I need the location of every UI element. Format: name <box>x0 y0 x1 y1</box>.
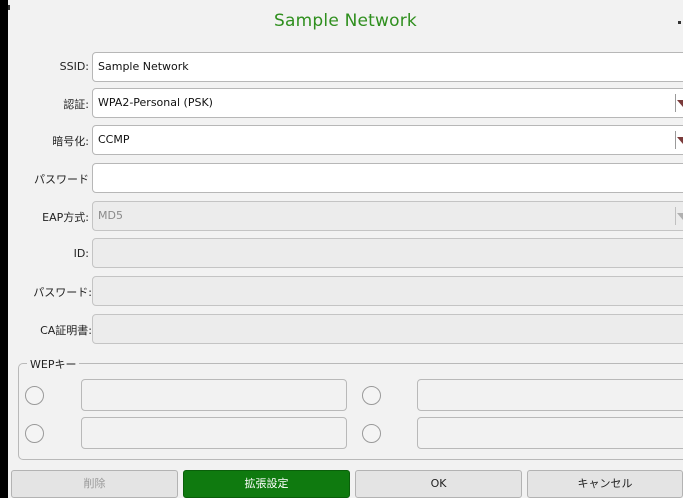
cancel-button[interactable]: キャンセル <box>527 470 683 498</box>
encryption-select[interactable]: CCMP <box>92 125 683 155</box>
ok-button[interactable]: OK <box>355 470 522 498</box>
encryption-label: 暗号化: <box>52 135 89 148</box>
wep-key-4-input[interactable] <box>417 417 683 449</box>
dropdown-separator <box>675 207 676 225</box>
password-input[interactable] <box>92 163 683 193</box>
window-edge-mark <box>8 5 10 10</box>
eap-method-label: EAP方式: <box>42 211 89 224</box>
chevron-down-icon <box>677 137 683 144</box>
chevron-down-icon <box>677 213 683 220</box>
wifi-settings-dialog: Sample Network SSID: Sample Network 認証: … <box>8 0 683 498</box>
encryption-select-value: CCMP <box>98 133 130 146</box>
auth-select[interactable]: WPA2-Personal (PSK) <box>92 88 683 118</box>
auth-select-value: WPA2-Personal (PSK) <box>98 96 213 109</box>
eap-password-label: パスワード: <box>33 286 92 299</box>
wep-key-4-radio[interactable] <box>362 424 381 443</box>
dropdown-separator <box>675 94 676 112</box>
eap-method-value: MD5 <box>98 209 123 222</box>
wep-key-2-input[interactable] <box>417 379 683 411</box>
dialog-title: Sample Network <box>274 11 417 31</box>
ssid-label: SSID: <box>59 60 89 73</box>
dropdown-separator <box>675 131 676 149</box>
ca-cert-label: CA証明書: <box>40 324 92 337</box>
identity-input <box>92 238 683 268</box>
identity-label: ID: <box>73 247 89 260</box>
password-label: パスワード <box>34 173 89 186</box>
wep-key-2-radio[interactable] <box>362 386 381 405</box>
chevron-down-icon <box>677 100 683 107</box>
window-corner-mark <box>678 21 681 24</box>
wep-key-group: WEPキー <box>18 356 683 460</box>
wep-key-3-radio[interactable] <box>25 424 44 443</box>
ca-cert-input <box>92 314 683 344</box>
eap-method-select: MD5 <box>92 201 683 231</box>
wep-key-3-input[interactable] <box>81 417 347 449</box>
auth-label: 認証: <box>63 98 89 111</box>
advanced-settings-button[interactable]: 拡張設定 <box>183 470 350 498</box>
eap-password-input <box>92 276 683 306</box>
wep-key-1-input[interactable] <box>81 379 347 411</box>
wep-key-legend: WEPキー <box>27 356 80 372</box>
wep-key-1-radio[interactable] <box>25 386 44 405</box>
delete-button[interactable]: 削除 <box>11 470 178 498</box>
ssid-input[interactable]: Sample Network <box>92 52 683 82</box>
